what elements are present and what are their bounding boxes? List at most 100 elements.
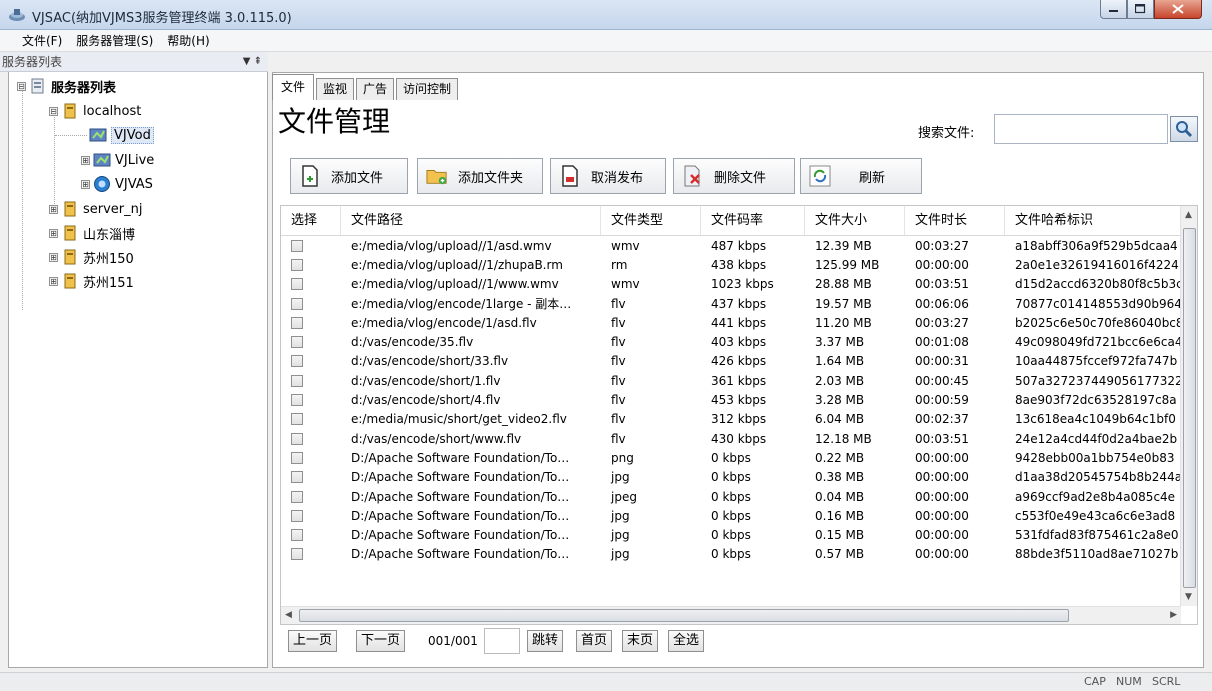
table-row[interactable]: e:/media/music/short/get_video2.flv flv 31… [281, 410, 1181, 429]
add-folder-label: 添加文件夹 [458, 170, 524, 186]
pin-icon[interactable]: ▼ ⇞ [243, 52, 262, 72]
col-file-type[interactable]: 文件类型 [601, 206, 701, 235]
horizontal-scrollbar[interactable]: ◀ ▶ [281, 606, 1181, 624]
table-row[interactable]: D:/Apache Software Foundation/To… png 0 kb… [281, 448, 1181, 467]
table-row[interactable]: d:/vas/encode/short/www.flv flv 430 kbps 12… [281, 429, 1181, 448]
col-duration[interactable]: 文件时长 [905, 206, 1005, 235]
menu-help[interactable]: 帮助(H) [167, 32, 209, 49]
table-row[interactable]: d:/vas/encode/35.flv flv 403 kbps 3.37 MB 00… [281, 332, 1181, 351]
tree-node-localhost[interactable]: ⊟ localhost [49, 99, 141, 123]
col-bitrate[interactable]: 文件码率 [701, 206, 805, 235]
tab-access-control[interactable]: 访问控制 [396, 78, 459, 100]
scroll-up-icon[interactable]: ▲ [1185, 210, 1192, 220]
tab-advertising[interactable]: 广告 [356, 78, 395, 100]
expand-icon[interactable]: ⊞ [49, 276, 58, 286]
duration-cell: 00:00:00 [915, 450, 969, 465]
table-row[interactable]: d:/vas/encode/short/1.flv flv 361 kbps 2.03… [281, 371, 1181, 390]
menu-server-management[interactable]: 服务器管理(S) [76, 32, 153, 49]
maximize-button[interactable] [1127, 0, 1154, 19]
row-checkbox[interactable] [291, 432, 303, 445]
table-row[interactable]: e:/media/vlog/upload//1/www.wmv wmv 1023 k… [281, 275, 1181, 294]
expand-icon[interactable]: ⊞ [49, 252, 58, 262]
unpublish-button[interactable]: 取消发布 [550, 158, 666, 194]
tree-node-suzhou150[interactable]: ⊞ 苏州150 [49, 245, 134, 269]
next-page-button[interactable]: 下一页 [356, 630, 406, 652]
table-row[interactable]: d:/vas/encode/short/4.flv flv 453 kbps 3.28… [281, 390, 1181, 409]
collapse-icon[interactable]: ⊟ [49, 106, 58, 116]
table-row[interactable]: e:/media/vlog/encode/1large - 副本… flv 437 … [281, 294, 1181, 313]
table-row[interactable]: e:/media/vlog/upload//1/asd.wmv wmv 487 kb… [281, 236, 1181, 255]
vertical-scroll-thumb[interactable] [1183, 228, 1196, 588]
duration-cell: 00:03:27 [915, 238, 969, 253]
row-checkbox[interactable] [291, 239, 303, 252]
row-checkbox[interactable] [291, 258, 303, 271]
row-checkbox[interactable] [291, 316, 303, 329]
select-cell [281, 239, 341, 252]
tree-node-shandong-zibo[interactable]: ⊞ 山东淄博 [49, 221, 135, 245]
table-row[interactable]: D:/Apache Software Foundation/To… jpg 0 kb… [281, 506, 1181, 525]
row-checkbox[interactable] [291, 509, 303, 522]
row-checkbox[interactable] [291, 529, 303, 542]
row-checkbox[interactable] [291, 297, 303, 310]
row-checkbox[interactable] [291, 451, 303, 464]
collapse-icon[interactable]: ⊟ [17, 81, 26, 91]
table-row[interactable]: e:/media/vlog/encode/1/asd.flv flv 441 kbp… [281, 313, 1181, 332]
row-checkbox[interactable] [291, 471, 303, 484]
first-page-button[interactable]: 首页 [576, 630, 613, 652]
tree-label: VJVod [111, 126, 154, 144]
table-row[interactable]: D:/Apache Software Foundation/To… jpg 0 kb… [281, 468, 1181, 487]
refresh-button[interactable]: 刷新 [800, 158, 922, 194]
col-file-size[interactable]: 文件大小 [805, 206, 905, 235]
tree-node-vjvod[interactable]: VJVod [89, 123, 154, 147]
tree-node-server-nj[interactable]: ⊞ server_nj [49, 197, 143, 221]
expand-icon[interactable]: ⊞ [49, 204, 58, 214]
row-checkbox[interactable] [291, 336, 303, 349]
add-file-button[interactable]: 添加文件 [290, 158, 408, 194]
search-button[interactable] [1170, 116, 1198, 142]
table-row[interactable]: d:/vas/encode/short/33.flv flv 426 kbps 1.6… [281, 352, 1181, 371]
delete-file-button[interactable]: 删除文件 [673, 158, 795, 194]
row-checkbox[interactable] [291, 548, 303, 561]
scroll-left-icon[interactable]: ◀ [285, 610, 292, 620]
row-checkbox[interactable] [291, 413, 303, 426]
prev-page-button[interactable]: 上一页 [288, 630, 338, 652]
horizontal-scroll-thumb[interactable] [299, 609, 1069, 622]
tab-file[interactable]: 文件 [272, 74, 315, 100]
table-row[interactable]: D:/Apache Software Foundation/To… jpg 0 kb… [281, 525, 1181, 544]
expand-icon[interactable]: ⊞ [81, 179, 90, 189]
minimize-button[interactable] [1100, 0, 1127, 19]
row-checkbox[interactable] [291, 394, 303, 407]
row-checkbox[interactable] [291, 490, 303, 503]
file-size-cell: 0.15 MB [815, 528, 865, 543]
expand-icon[interactable]: ⊞ [49, 228, 58, 238]
table-row[interactable]: e:/media/vlog/upload//1/zhupaB.rm rm 438 k… [281, 255, 1181, 274]
col-select[interactable]: 选择 [281, 206, 341, 235]
unpublish-label: 取消发布 [591, 170, 644, 186]
col-hash[interactable]: 文件哈希标识 [1005, 206, 1181, 235]
scroll-right-icon[interactable]: ▶ [1170, 610, 1177, 620]
tree-node-vjvas[interactable]: ⊞ VJVAS [81, 172, 153, 196]
col-file-path[interactable]: 文件路径 [341, 206, 601, 235]
jump-button[interactable]: 跳转 [527, 630, 564, 652]
last-page-button[interactable]: 末页 [622, 630, 659, 652]
row-checkbox[interactable] [291, 278, 303, 291]
row-checkbox[interactable] [291, 374, 303, 387]
tree-node-vjlive[interactable]: ⊞ VJLive [81, 148, 154, 172]
page-jump-input[interactable] [484, 628, 520, 654]
tree-node-suzhou151[interactable]: ⊞ 苏州151 [49, 269, 134, 293]
row-checkbox[interactable] [291, 355, 303, 368]
close-button[interactable] [1154, 0, 1202, 19]
vertical-scrollbar[interactable]: ▲ ▼ [1180, 206, 1197, 606]
select-all-button[interactable]: 全选 [668, 630, 705, 652]
close-icon [1172, 4, 1184, 14]
table-row[interactable]: D:/Apache Software Foundation/To… jpg 0 kb… [281, 545, 1181, 564]
tab-monitor[interactable]: 监视 [316, 78, 355, 100]
search-input[interactable] [994, 114, 1168, 144]
table-row[interactable]: D:/Apache Software Foundation/To… jpeg 0 k… [281, 487, 1181, 506]
scroll-down-icon[interactable]: ▼ [1185, 592, 1192, 602]
expand-icon[interactable]: ⊞ [81, 155, 90, 165]
menu-file[interactable]: 文件(F) [22, 32, 62, 49]
add-folder-button[interactable]: 添加文件夹 [417, 158, 543, 194]
tree-node-root[interactable]: ⊟ 服务器列表 [17, 74, 116, 98]
duration-cell: 00:00:00 [915, 528, 969, 543]
